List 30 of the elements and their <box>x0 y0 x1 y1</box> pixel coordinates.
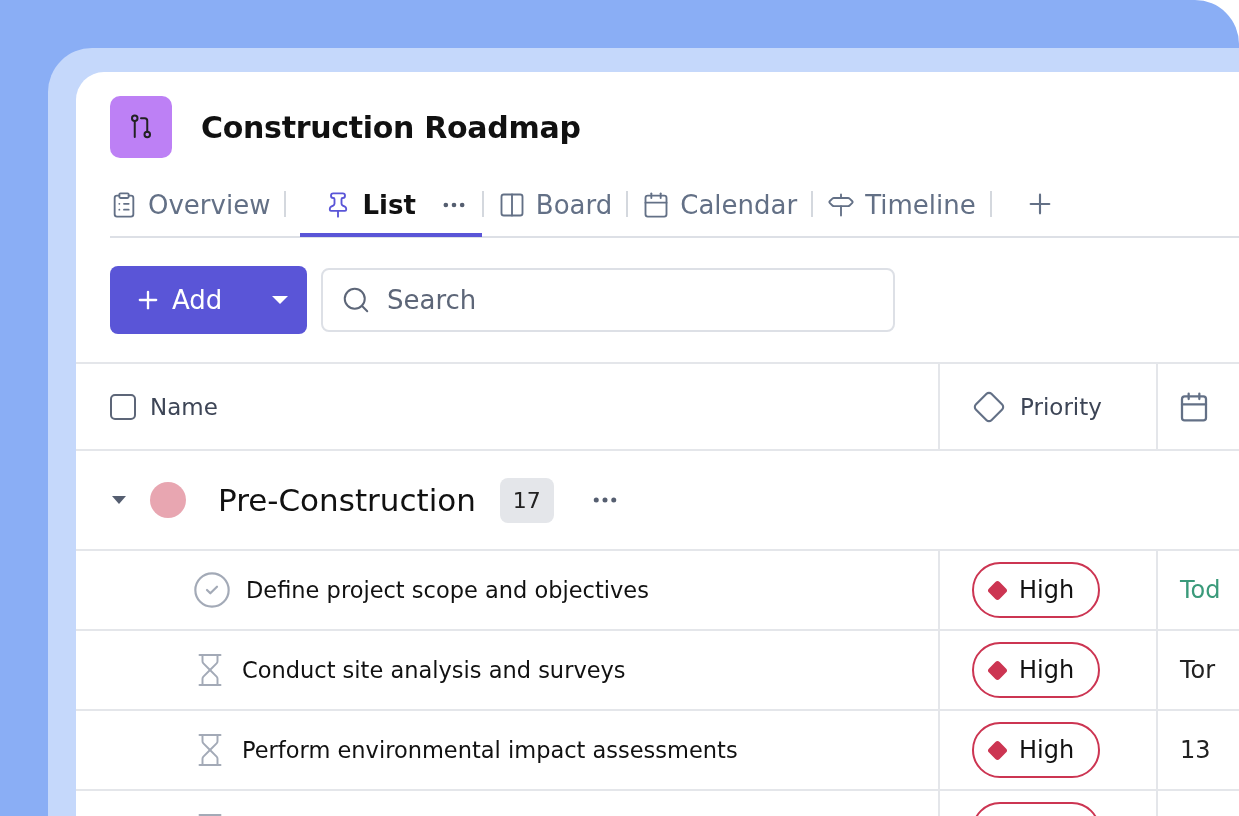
view-tab[interactable]: Calendar <box>642 173 812 237</box>
priority-tag[interactable]: High <box>972 722 1100 778</box>
column-header[interactable]: Priority <box>1020 393 1102 420</box>
group-title: Pre-Construction <box>218 482 476 518</box>
view-tab[interactable]: List <box>300 173 482 237</box>
task-name[interactable]: Perform environmental impact assessments <box>242 737 738 763</box>
column-header[interactable]: Name <box>150 393 218 420</box>
due-date: Tor <box>1180 656 1216 684</box>
add-button[interactable]: Add <box>110 266 307 334</box>
caret-icon[interactable] <box>271 295 289 305</box>
search-field[interactable]: Search <box>321 268 895 332</box>
calendar-icon <box>1178 390 1210 423</box>
search-icon <box>341 285 371 315</box>
project-title: Construction Roadmap <box>201 109 581 145</box>
due-date: 13 <box>1180 736 1211 764</box>
signpost-icon <box>827 191 856 219</box>
diamond-icon <box>972 389 1006 424</box>
view-tab[interactable]: Board <box>497 173 627 237</box>
priority-tag[interactable]: High <box>972 562 1100 618</box>
check-circle-icon[interactable] <box>192 570 232 610</box>
priority-tag[interactable]: High <box>972 642 1100 698</box>
collapse-toggle[interactable] <box>110 495 128 505</box>
task-count: 17 <box>499 477 554 523</box>
view-tab[interactable]: Overview <box>110 173 285 237</box>
task-name[interactable]: Define project scope and objectives <box>246 577 649 603</box>
task-name[interactable]: Conduct site analysis and surveys <box>242 657 626 683</box>
due-date: Tod <box>1180 576 1221 604</box>
select-all-checkbox[interactable] <box>110 393 136 420</box>
view-tab[interactable]: Timeline <box>827 173 990 237</box>
project-logo <box>110 96 172 158</box>
